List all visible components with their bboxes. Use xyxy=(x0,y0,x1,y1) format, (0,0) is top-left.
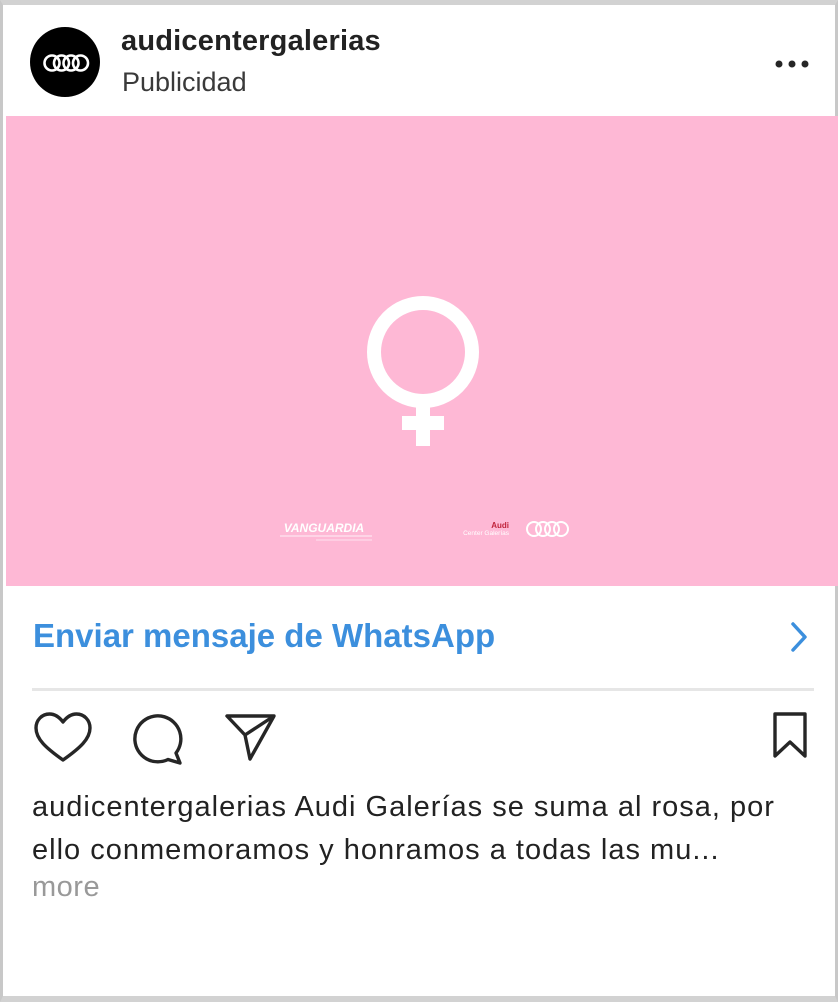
cta-label: Enviar mensaje de WhatsApp xyxy=(33,617,496,654)
caption-line: ello conmemoramos y honramos a todas las… xyxy=(32,834,720,866)
ad-artwork: VANGUARDIA Audi Center Galerías xyxy=(280,296,569,541)
more-dots-icon xyxy=(775,60,809,68)
audi-rings-icon xyxy=(526,521,569,537)
share-button[interactable] xyxy=(223,711,279,768)
caption-line: audicentergalerias Audi Galerías se suma… xyxy=(32,791,775,823)
post-caption: audicentergalerias Audi Galerías se suma… xyxy=(32,786,832,872)
username[interactable]: audicentergalerias xyxy=(121,25,381,58)
more-options-button[interactable] xyxy=(771,55,815,75)
audi-center-logo: Audi Center Galerías xyxy=(463,521,569,537)
female-symbol-icon xyxy=(367,296,479,446)
more-link[interactable]: more xyxy=(32,871,100,904)
center-galerias-text: Center Galerías xyxy=(463,530,510,537)
save-button[interactable] xyxy=(771,711,811,766)
vanguardia-logo: VANGUARDIA xyxy=(280,521,372,541)
post-card: audicentergalerias Publicidad VANGUARDIA… xyxy=(0,0,838,1002)
divider xyxy=(32,688,814,691)
comment-icon xyxy=(133,714,183,765)
sponsored-label: Publicidad xyxy=(122,67,247,97)
ad-image[interactable]: VANGUARDIA Audi Center Galerías xyxy=(6,116,838,586)
avatar[interactable] xyxy=(30,27,100,97)
like-button[interactable] xyxy=(32,711,94,770)
whatsapp-cta-button[interactable]: Enviar mensaje de WhatsApp xyxy=(6,587,838,687)
heart-icon xyxy=(34,712,92,762)
audi-brand-text: Audi xyxy=(491,521,509,530)
send-icon xyxy=(225,714,276,761)
audi-rings-logo-icon xyxy=(43,54,90,72)
comment-button[interactable] xyxy=(128,710,186,771)
vanguardia-logo-text: VANGUARDIA xyxy=(284,521,364,535)
bookmark-icon xyxy=(773,712,807,758)
chevron-right-icon xyxy=(791,622,807,652)
